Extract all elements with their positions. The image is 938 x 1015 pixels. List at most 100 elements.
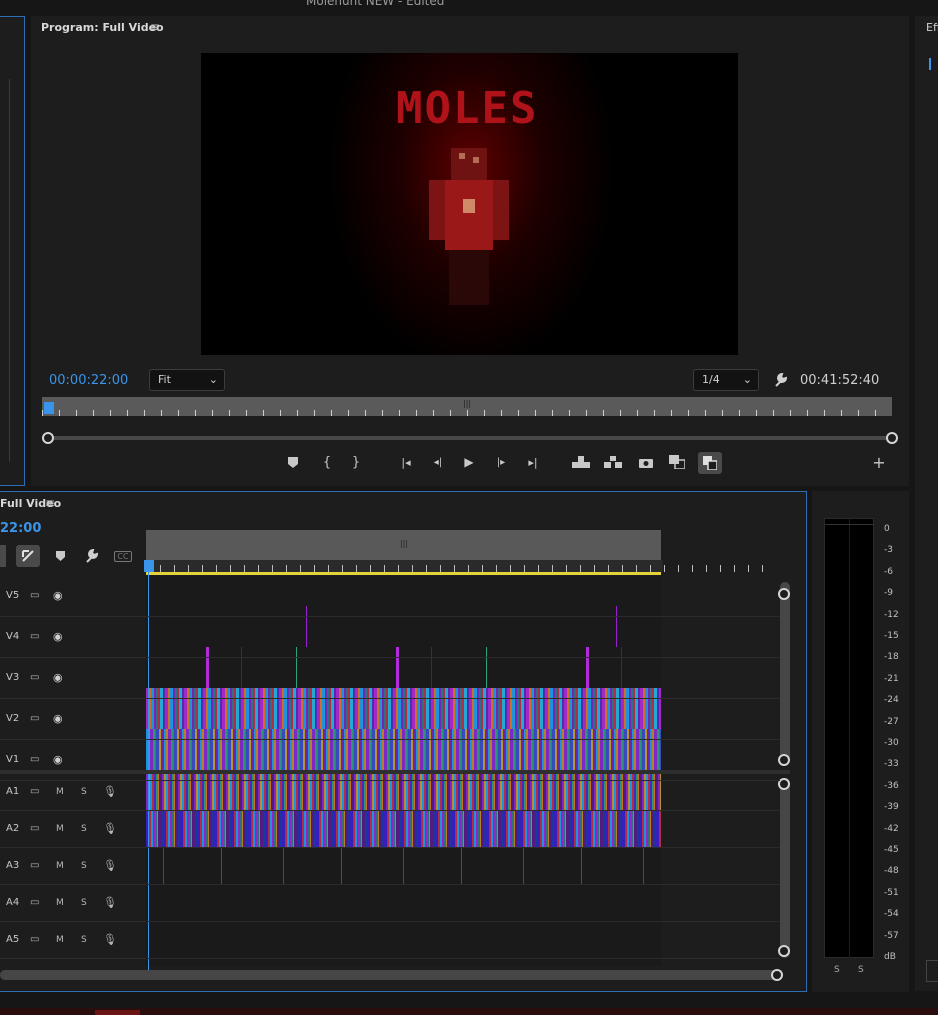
hscroll-handle-right[interactable] [771, 969, 783, 981]
mark-out-icon[interactable]: } [348, 454, 364, 470]
effects-panel-edge: Eff [915, 16, 938, 991]
zoom-handle-left[interactable] [42, 432, 54, 444]
mute-button[interactable]: M [56, 935, 64, 945]
effects-panel-field[interactable] [926, 960, 938, 982]
meter-scale-label: -42 [884, 823, 899, 834]
eye-icon[interactable]: ◉ [53, 753, 63, 766]
meter-solo-right[interactable]: S [858, 965, 864, 975]
audio-track-a4[interactable]: A4 ▭ M S 🎙 [0, 885, 780, 922]
program-zoom-scrollbar[interactable] [47, 436, 892, 440]
panel-menu-icon[interactable]: ≡ [45, 496, 55, 510]
microphone-icon[interactable]: 🎙 [103, 933, 117, 946]
timeline-ruler[interactable] [146, 560, 776, 572]
meter-solo-left[interactable]: S [834, 965, 840, 975]
toggle-sync-lock-icon[interactable]: ▭ [30, 897, 39, 908]
effects-icon[interactable] [929, 58, 937, 70]
eye-icon[interactable]: ◉ [53, 630, 63, 643]
captions-icon[interactable]: CC [113, 548, 133, 564]
work-area-bar[interactable]: ||| [146, 530, 661, 560]
program-monitor-title[interactable]: Program: Full Video [41, 21, 164, 34]
video-track-v4[interactable]: V4 ▭ ◉ [0, 617, 780, 658]
microphone-icon[interactable]: 🎙 [103, 859, 117, 872]
program-current-timecode[interactable]: 00:00:22:00 [49, 373, 128, 388]
video-tracks-scrollbar[interactable] [780, 582, 790, 762]
mute-button[interactable]: M [56, 824, 64, 834]
character-arm-left [429, 180, 445, 240]
comparison-view-icon[interactable] [667, 454, 687, 470]
toggle-sync-lock-icon[interactable]: ▭ [30, 786, 39, 797]
track-name: A2 [6, 822, 20, 834]
add-marker-icon[interactable] [285, 454, 301, 470]
go-to-out-icon[interactable]: ▸| [524, 454, 542, 470]
microphone-icon[interactable]: 🎙 [103, 822, 117, 835]
meter-scale-label: -51 [884, 887, 899, 898]
audio-track-a3[interactable]: A3 ▭ M S 🎙 [0, 848, 780, 885]
video-title-text: MOLES [396, 83, 539, 134]
video-track-v3[interactable]: V3 ▭ ◉ [0, 658, 780, 699]
meter-scale-label: -18 [884, 652, 899, 663]
toggle-sync-lock-icon[interactable]: ▭ [30, 590, 39, 601]
button-editor-add-icon[interactable]: + [871, 453, 887, 472]
audio-tracks-scrollbar[interactable] [780, 778, 790, 958]
audio-track-a5[interactable]: A5 ▭ M S 🎙 [0, 922, 780, 959]
solo-button[interactable]: S [81, 824, 87, 834]
go-to-in-icon[interactable]: |◂ [397, 454, 415, 470]
solo-button[interactable]: S [81, 787, 87, 797]
mark-in-icon[interactable]: { [319, 454, 335, 470]
toggle-sync-lock-icon[interactable]: ▭ [30, 860, 39, 871]
mute-button[interactable]: M [56, 898, 64, 908]
meter-scale-label: dB [884, 952, 896, 962]
toggle-sync-lock-icon[interactable]: ▭ [30, 672, 39, 683]
mute-button[interactable]: M [56, 861, 64, 871]
playback-resolution-select[interactable]: 1/4 ⌄ [693, 369, 759, 391]
toggle-sync-lock-icon[interactable]: ▭ [30, 823, 39, 834]
toggle-sync-lock-icon[interactable]: ▭ [30, 631, 39, 642]
meter-scale-label: -57 [884, 930, 899, 941]
play-icon[interactable]: ▶ [461, 454, 477, 470]
source-panel-scroll [0, 79, 10, 462]
program-time-ruler[interactable]: ||| [42, 397, 892, 416]
audio-track-a1[interactable]: A1 ▭ M S 🎙 [0, 774, 780, 811]
meter-scale-label: -21 [884, 673, 899, 684]
toggle-sync-lock-icon[interactable]: ▭ [30, 754, 39, 765]
playhead-marker[interactable] [44, 402, 54, 414]
toggle-sync-lock-icon[interactable]: ▭ [30, 713, 39, 724]
step-back-icon[interactable]: ◂| [429, 454, 447, 470]
snap-toggle[interactable] [0, 545, 6, 567]
extract-icon[interactable] [603, 454, 623, 470]
lift-icon[interactable] [571, 454, 591, 470]
source-panel-edge[interactable] [0, 16, 25, 486]
eye-icon[interactable]: ◉ [53, 712, 63, 725]
proxy-toggle-icon[interactable] [698, 452, 722, 474]
audio-track-a2[interactable]: A2 ▭ M S 🎙 [0, 811, 780, 848]
character-arm-right [493, 180, 509, 240]
effects-panel-title[interactable]: Eff [926, 21, 938, 34]
panel-menu-icon[interactable]: ≡ [150, 20, 160, 34]
zoom-level-select[interactable]: Fit ⌄ [149, 369, 225, 391]
step-forward-icon[interactable]: |▸ [492, 454, 510, 470]
work-area-render-bar [146, 572, 661, 575]
export-frame-icon[interactable] [637, 454, 655, 470]
timeline-playhead-marker[interactable] [144, 560, 154, 572]
timeline-timecode[interactable]: 22:00 [0, 521, 41, 536]
solo-button[interactable]: S [81, 935, 87, 945]
zoom-handle-right[interactable] [886, 432, 898, 444]
wrench-settings-icon[interactable] [82, 548, 100, 564]
microphone-icon[interactable]: 🎙 [103, 896, 117, 909]
solo-button[interactable]: S [81, 861, 87, 871]
wrench-settings-icon[interactable] [771, 371, 789, 389]
ruler-ticks [42, 410, 892, 416]
timeline-horizontal-scrollbar[interactable] [0, 970, 780, 980]
track-name: V2 [6, 712, 20, 724]
linked-selection-icon[interactable] [16, 545, 40, 567]
video-preview[interactable]: MOLES [201, 53, 738, 355]
eye-icon[interactable]: ◉ [53, 671, 63, 684]
mute-button[interactable]: M [56, 787, 64, 797]
video-track-v5[interactable]: V5 ▭ ◉ [0, 576, 780, 617]
toggle-sync-lock-icon[interactable]: ▭ [30, 934, 39, 945]
video-track-v2[interactable]: V2 ▭ ◉ [0, 699, 780, 740]
add-marker-icon[interactable] [52, 548, 68, 564]
microphone-icon[interactable]: 🎙 [103, 785, 117, 798]
solo-button[interactable]: S [81, 898, 87, 908]
eye-icon[interactable]: ◉ [53, 589, 63, 602]
